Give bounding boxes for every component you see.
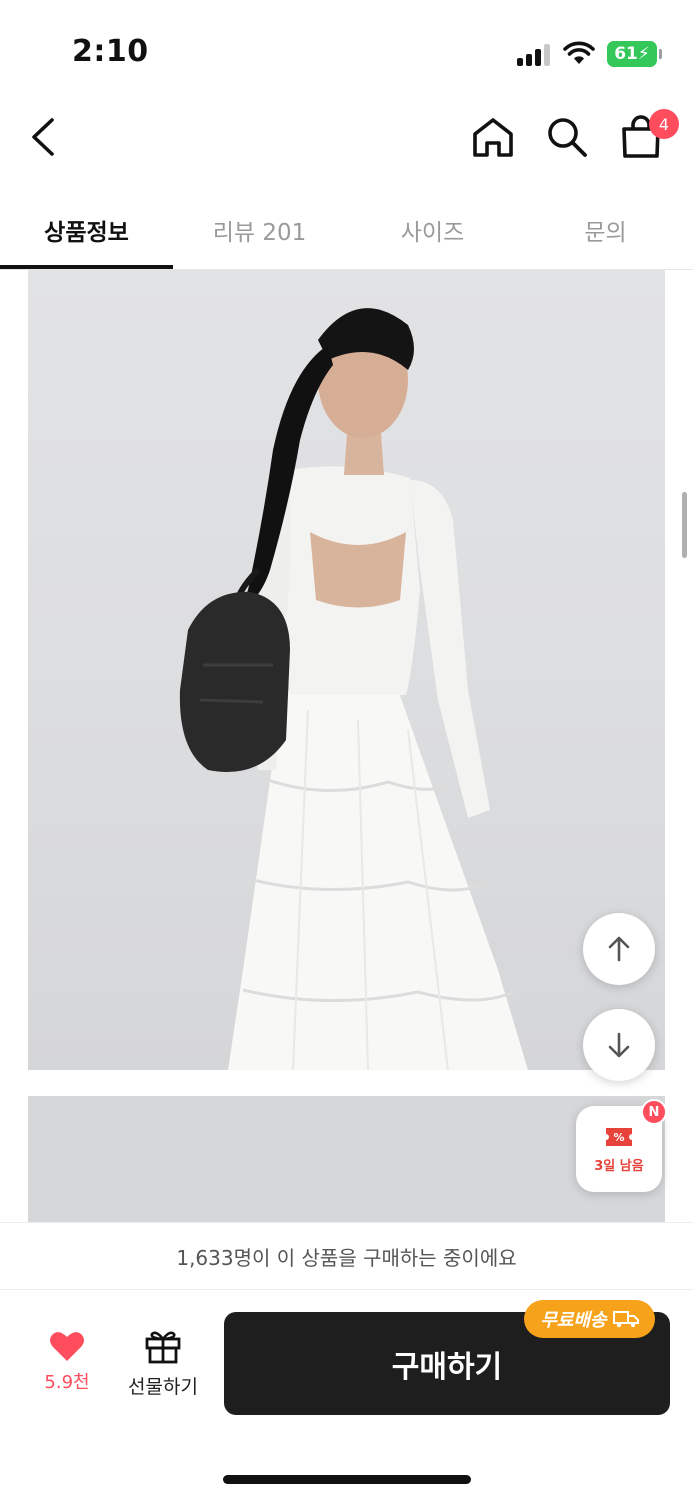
heart-icon <box>50 1332 84 1361</box>
product-tabs: 상품정보 리뷰 201 사이즈 문의 <box>0 192 693 270</box>
coupon-icon: % <box>606 1127 632 1146</box>
svg-text:%: % <box>613 1131 624 1144</box>
active-tab-indicator <box>0 265 173 269</box>
battery-level: 61 <box>614 44 638 64</box>
top-nav <box>0 100 693 180</box>
search-icon[interactable] <box>542 112 592 162</box>
new-badge: N <box>641 1099 667 1125</box>
arrow-down-icon <box>608 1032 630 1058</box>
cellular-signal-icon <box>517 44 553 66</box>
free-shipping-label: 무료배송 <box>540 1310 607 1331</box>
gift-button[interactable]: 선물하기 <box>120 1328 206 1412</box>
purchase-notice: 1,633명이 이 상품을 구매하는 중이에요 <box>0 1222 693 1290</box>
product-photo <box>28 270 665 1070</box>
tab-reviews[interactable]: 리뷰 201 <box>173 192 346 268</box>
gift-icon <box>145 1331 181 1364</box>
chevron-left-icon[interactable] <box>22 112 68 162</box>
arrow-up-icon <box>608 936 630 962</box>
scroll-to-bottom-button[interactable] <box>583 1009 655 1081</box>
truck-icon <box>612 1311 639 1328</box>
scrollbar[interactable] <box>682 492 687 558</box>
cart-count-badge: 4 <box>649 109 679 139</box>
home-icon[interactable] <box>468 112 518 162</box>
coupon-remaining-label: 3일 남음 <box>594 1158 644 1174</box>
home-indicator <box>223 1475 471 1484</box>
like-button[interactable]: 5.9천 <box>30 1330 104 1410</box>
product-photo-2 <box>28 1096 665 1226</box>
tab-inquiry[interactable]: 문의 <box>519 192 692 268</box>
wifi-icon <box>563 41 595 64</box>
product-photo-illustration <box>179 308 528 1070</box>
status-time: 2:10 <box>72 34 149 69</box>
status-bar: 2:10 61 ⚡ <box>0 0 693 100</box>
free-shipping-badge: 무료배송 <box>524 1300 655 1338</box>
gift-label: 선물하기 <box>128 1376 198 1398</box>
scroll-to-top-button[interactable] <box>583 913 655 985</box>
tab-product-info[interactable]: 상품정보 <box>0 192 173 268</box>
tab-size[interactable]: 사이즈 <box>346 192 519 268</box>
battery-icon: 61 ⚡ <box>607 41 662 67</box>
like-count: 5.9천 <box>44 1372 90 1393</box>
